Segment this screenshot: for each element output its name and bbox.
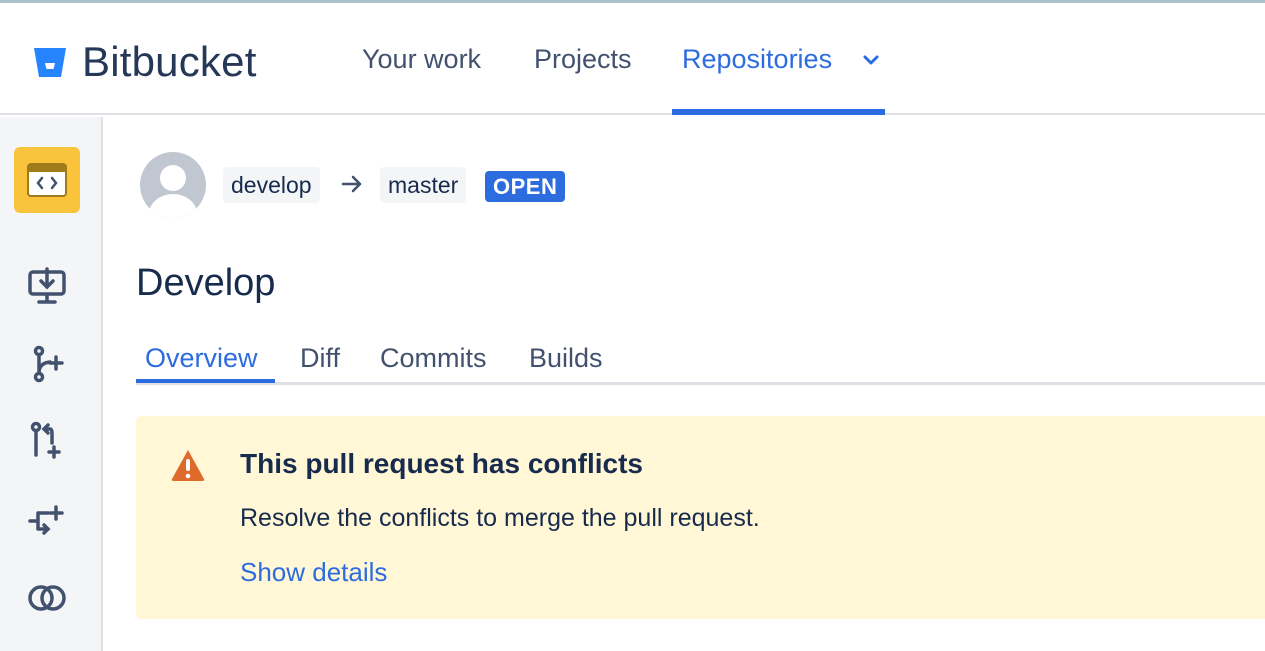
top-navigation: Bitbucket Your work Projects Repositorie… (0, 3, 1265, 115)
alert-title: This pull request has conflicts (240, 448, 643, 479)
pull-request-main: develop master OPEN Develop Overview Dif… (105, 117, 1265, 651)
show-details-link[interactable]: Show details (240, 557, 387, 588)
source-branch[interactable]: develop (223, 167, 320, 203)
tab-commits[interactable]: Commits (380, 341, 487, 375)
tab-active-indicator (136, 379, 275, 383)
tab-builds[interactable]: Builds (529, 341, 603, 375)
create-branch-icon[interactable] (26, 343, 68, 385)
status-badge: OPEN (485, 171, 566, 202)
brand-name: Bitbucket (82, 38, 257, 85)
chevron-down-icon[interactable] (862, 51, 880, 69)
pull-request-title: Develop (136, 262, 276, 304)
bitbucket-logo[interactable]: Bitbucket (32, 41, 257, 83)
pull-request-tabs: Overview Diff Commits Builds (136, 339, 1265, 385)
nav-projects[interactable]: Projects (534, 41, 632, 77)
warning-icon (171, 450, 205, 481)
repository-sidebar (0, 117, 103, 651)
target-branch[interactable]: master (380, 167, 467, 203)
alert-message: Resolve the conflicts to merge the pull … (240, 504, 760, 532)
author-avatar[interactable] (140, 152, 206, 218)
arrow-right-icon (341, 175, 362, 193)
conflict-warning-banner: This pull request has conflicts Resolve … (136, 416, 1265, 619)
source-download-icon[interactable] (26, 265, 68, 307)
tab-overview[interactable]: Overview (145, 341, 258, 375)
nav-repositories[interactable]: Repositories (682, 41, 832, 77)
compare-icon[interactable] (26, 577, 68, 619)
bitbucket-icon (34, 48, 66, 77)
nav-active-indicator (672, 109, 885, 115)
pipelines-icon[interactable] (26, 499, 68, 541)
code-folder-icon (27, 163, 67, 197)
create-pull-request-icon[interactable] (26, 419, 68, 461)
nav-your-work[interactable]: Your work (362, 41, 481, 77)
repository-avatar[interactable] (14, 147, 80, 213)
tab-diff[interactable]: Diff (300, 341, 340, 375)
